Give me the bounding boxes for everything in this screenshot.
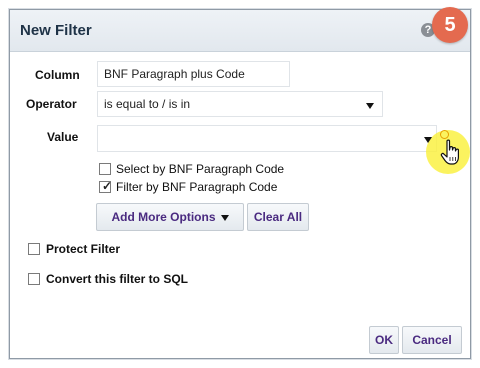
select-by-code-checkbox[interactable]: [99, 163, 111, 175]
step-badge: 5: [432, 7, 468, 43]
value-label: Value: [47, 130, 79, 144]
dialog-titlebar: New Filter ?: [10, 10, 470, 52]
dialog-title: New Filter: [20, 22, 92, 39]
filter-by-code-label: Filter by BNF Paragraph Code: [116, 180, 278, 194]
cursor-ring-icon: [440, 130, 449, 139]
ok-button[interactable]: OK: [369, 326, 399, 354]
new-filter-dialog: New Filter ? Column BNF Paragraph plus C…: [9, 9, 471, 359]
cancel-button[interactable]: Cancel: [402, 326, 462, 354]
operator-select[interactable]: is equal to / is in: [97, 91, 383, 117]
ok-label: OK: [375, 333, 393, 347]
convert-sql-label: Convert this filter to SQL: [46, 272, 189, 286]
column-field: BNF Paragraph plus Code: [97, 61, 290, 87]
operator-label: Operator: [26, 97, 77, 111]
clear-all-button[interactable]: Clear All: [247, 203, 309, 231]
cancel-label: Cancel: [412, 333, 452, 347]
convert-sql-checkbox[interactable]: [28, 273, 40, 285]
value-dropdown-icon[interactable]: [424, 137, 432, 143]
protect-filter-checkbox[interactable]: [28, 243, 40, 255]
select-by-code-label: Select by BNF Paragraph Code: [116, 162, 285, 176]
chevron-down-icon: [220, 214, 229, 221]
operator-dropdown-icon[interactable]: [366, 103, 374, 109]
column-value: BNF Paragraph plus Code: [104, 67, 245, 81]
add-more-options-button[interactable]: Add More Options: [96, 203, 244, 231]
operator-value: is equal to / is in: [104, 97, 191, 111]
clear-all-label: Clear All: [253, 210, 303, 224]
hand-pointer-icon: [440, 139, 459, 165]
column-label: Column: [35, 68, 80, 82]
value-input[interactable]: [97, 125, 437, 152]
filter-by-code-checkbox[interactable]: ✓: [99, 179, 113, 193]
add-more-options-label: Add More Options: [111, 210, 216, 224]
protect-filter-label: Protect Filter: [46, 242, 121, 256]
checkmark-icon: ✓: [102, 179, 113, 193]
